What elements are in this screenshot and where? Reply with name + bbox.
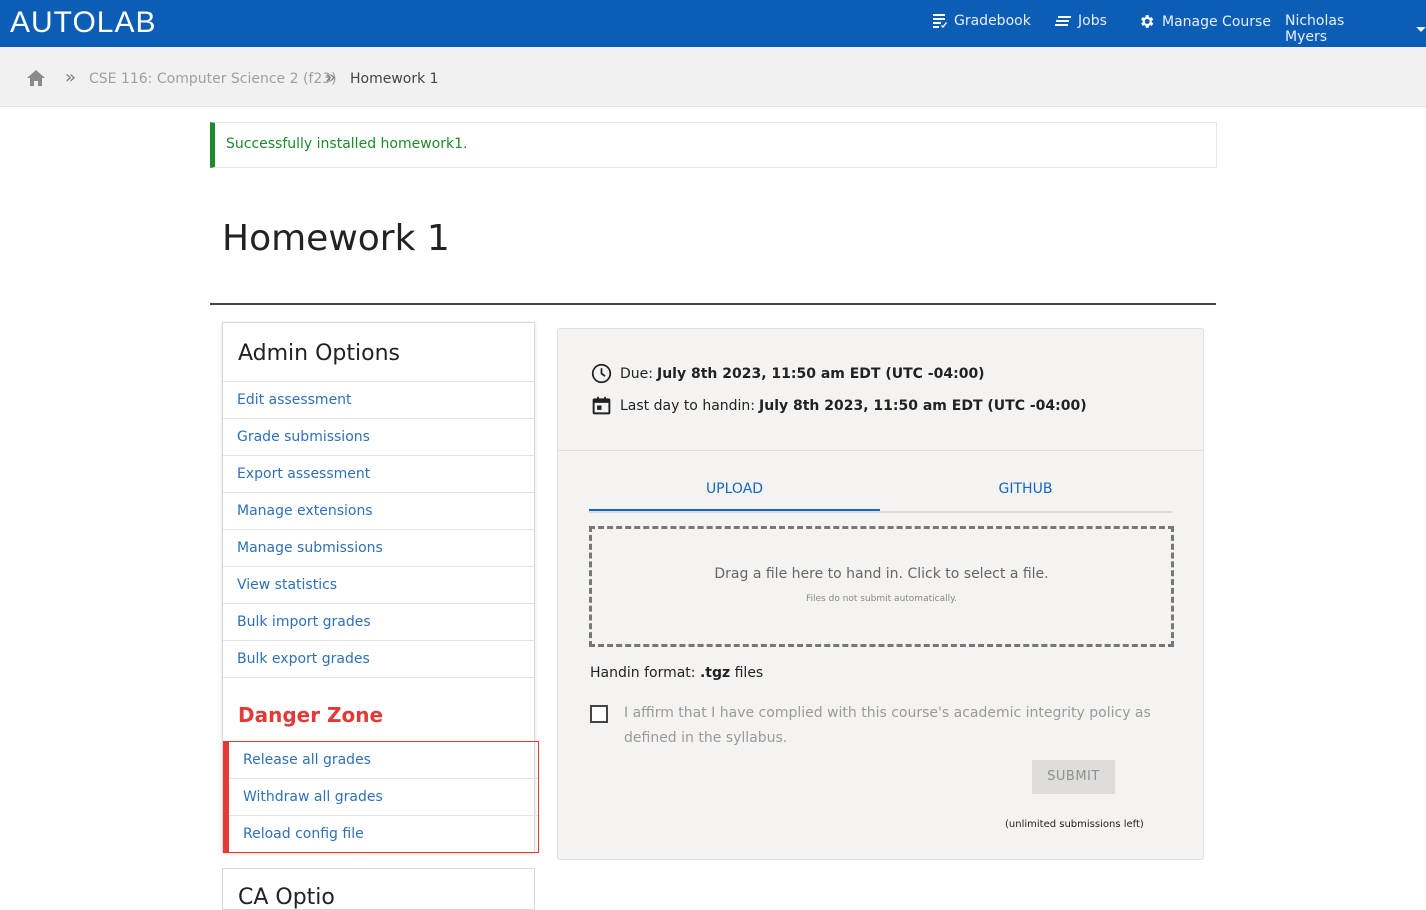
- export-assessment-link[interactable]: Export assessment: [223, 456, 534, 493]
- admin-options-panel: Admin Options Edit assessment Grade subm…: [222, 322, 539, 853]
- breadcrumb-assessment: Homework 1: [350, 71, 439, 87]
- handin-format: Handin format: .tgz files: [590, 665, 763, 681]
- bulk-import-grades-link[interactable]: Bulk import grades: [223, 604, 534, 641]
- dropzone-instructions: Drag a file here to hand in. Click to se…: [714, 566, 1049, 582]
- ca-options-panel: CA Optio: [222, 868, 535, 910]
- nav-jobs[interactable]: Jobs: [1055, 13, 1107, 29]
- handin-format-value: .tgz: [699, 665, 731, 681]
- success-flash-text: Successfully installed homework1.: [226, 136, 468, 152]
- calendar-icon: [592, 396, 611, 415]
- tab-upload[interactable]: UPLOAD: [589, 469, 880, 511]
- title-divider: [210, 303, 1216, 305]
- file-dropzone[interactable]: Drag a file here to hand in. Click to se…: [589, 526, 1174, 647]
- grade-submissions-link[interactable]: Grade submissions: [223, 419, 534, 456]
- release-all-grades-link[interactable]: Release all grades: [229, 742, 538, 779]
- danger-zone-title: Danger Zone: [238, 703, 384, 727]
- view-statistics-link[interactable]: View statistics: [223, 567, 534, 604]
- page-title: Homework 1: [222, 218, 450, 259]
- nav-manage-course[interactable]: Manage Course: [1138, 13, 1271, 30]
- integrity-statement: I affirm that I have complied with this …: [624, 705, 1151, 746]
- due-divider: [558, 450, 1203, 451]
- nav-jobs-label: Jobs: [1078, 13, 1107, 29]
- ca-options-title: CA Optio: [238, 885, 335, 910]
- nav-manage-course-label: Manage Course: [1162, 13, 1271, 30]
- clock-icon: [591, 363, 612, 384]
- submission-panel: Due: July 8th 2023, 11:50 am EDT (UTC -0…: [557, 328, 1204, 860]
- handin-format-suffix: files: [734, 665, 764, 681]
- home-icon[interactable]: [26, 69, 46, 87]
- edit-assessment-link[interactable]: Edit assessment: [223, 382, 534, 419]
- breadcrumb: » CSE 116: Computer Science 2 (f23) » Ho…: [0, 47, 1426, 107]
- withdraw-all-grades-link[interactable]: Withdraw all grades: [229, 779, 538, 816]
- submit-button[interactable]: SUBMIT: [1032, 760, 1115, 794]
- gear-icon: [1141, 15, 1154, 28]
- reload-config-file-link[interactable]: Reload config file: [229, 816, 538, 852]
- handin-format-label: Handin format:: [590, 665, 696, 681]
- breadcrumb-course[interactable]: CSE 116: Computer Science 2 (f23): [89, 71, 337, 87]
- autolab-logo[interactable]: AUTOLAB: [10, 6, 157, 40]
- due-label: Due:: [620, 365, 653, 382]
- gradebook-icon: [933, 14, 947, 28]
- tab-github[interactable]: GITHUB: [880, 469, 1171, 509]
- due-date-row: Due: July 8th 2023, 11:50 am EDT (UTC -0…: [591, 363, 985, 384]
- admin-options-list: Edit assessment Grade submissions Export…: [223, 381, 534, 678]
- breadcrumb-separator: »: [325, 67, 337, 88]
- top-nav: AUTOLAB Gradebook Jobs Manage Course Nic…: [0, 0, 1426, 47]
- last-handin-row: Last day to handin: July 8th 2023, 11:50…: [591, 395, 1087, 416]
- handin-tabs: UPLOAD GITHUB: [589, 469, 1172, 513]
- nav-gradebook-label: Gradebook: [954, 13, 1031, 29]
- manage-extensions-link[interactable]: Manage extensions: [223, 493, 534, 530]
- dropzone-note: Files do not submit automatically.: [806, 594, 957, 604]
- user-menu[interactable]: Nicholas Myers: [1285, 13, 1426, 45]
- success-flash: Successfully installed homework1.: [210, 122, 1217, 168]
- breadcrumb-separator: »: [65, 67, 77, 88]
- due-value: July 8th 2023, 11:50 am EDT (UTC -04:00): [656, 365, 985, 382]
- jobs-icon: [1055, 16, 1071, 26]
- nav-gradebook[interactable]: Gradebook: [933, 13, 1031, 29]
- last-handin-value: July 8th 2023, 11:50 am EDT (UTC -04:00): [759, 397, 1087, 414]
- bulk-export-grades-link[interactable]: Bulk export grades: [223, 641, 534, 678]
- user-name: Nicholas Myers: [1285, 13, 1345, 45]
- last-handin-label: Last day to handin:: [620, 397, 756, 414]
- caret-down-icon: [1416, 27, 1426, 32]
- admin-options-title: Admin Options: [238, 341, 400, 366]
- submissions-left: (unlimited submissions left): [1005, 819, 1144, 830]
- manage-submissions-link[interactable]: Manage submissions: [223, 530, 534, 567]
- integrity-checkbox[interactable]: [590, 705, 608, 723]
- danger-zone-list: Release all grades Withdraw all grades R…: [223, 741, 539, 853]
